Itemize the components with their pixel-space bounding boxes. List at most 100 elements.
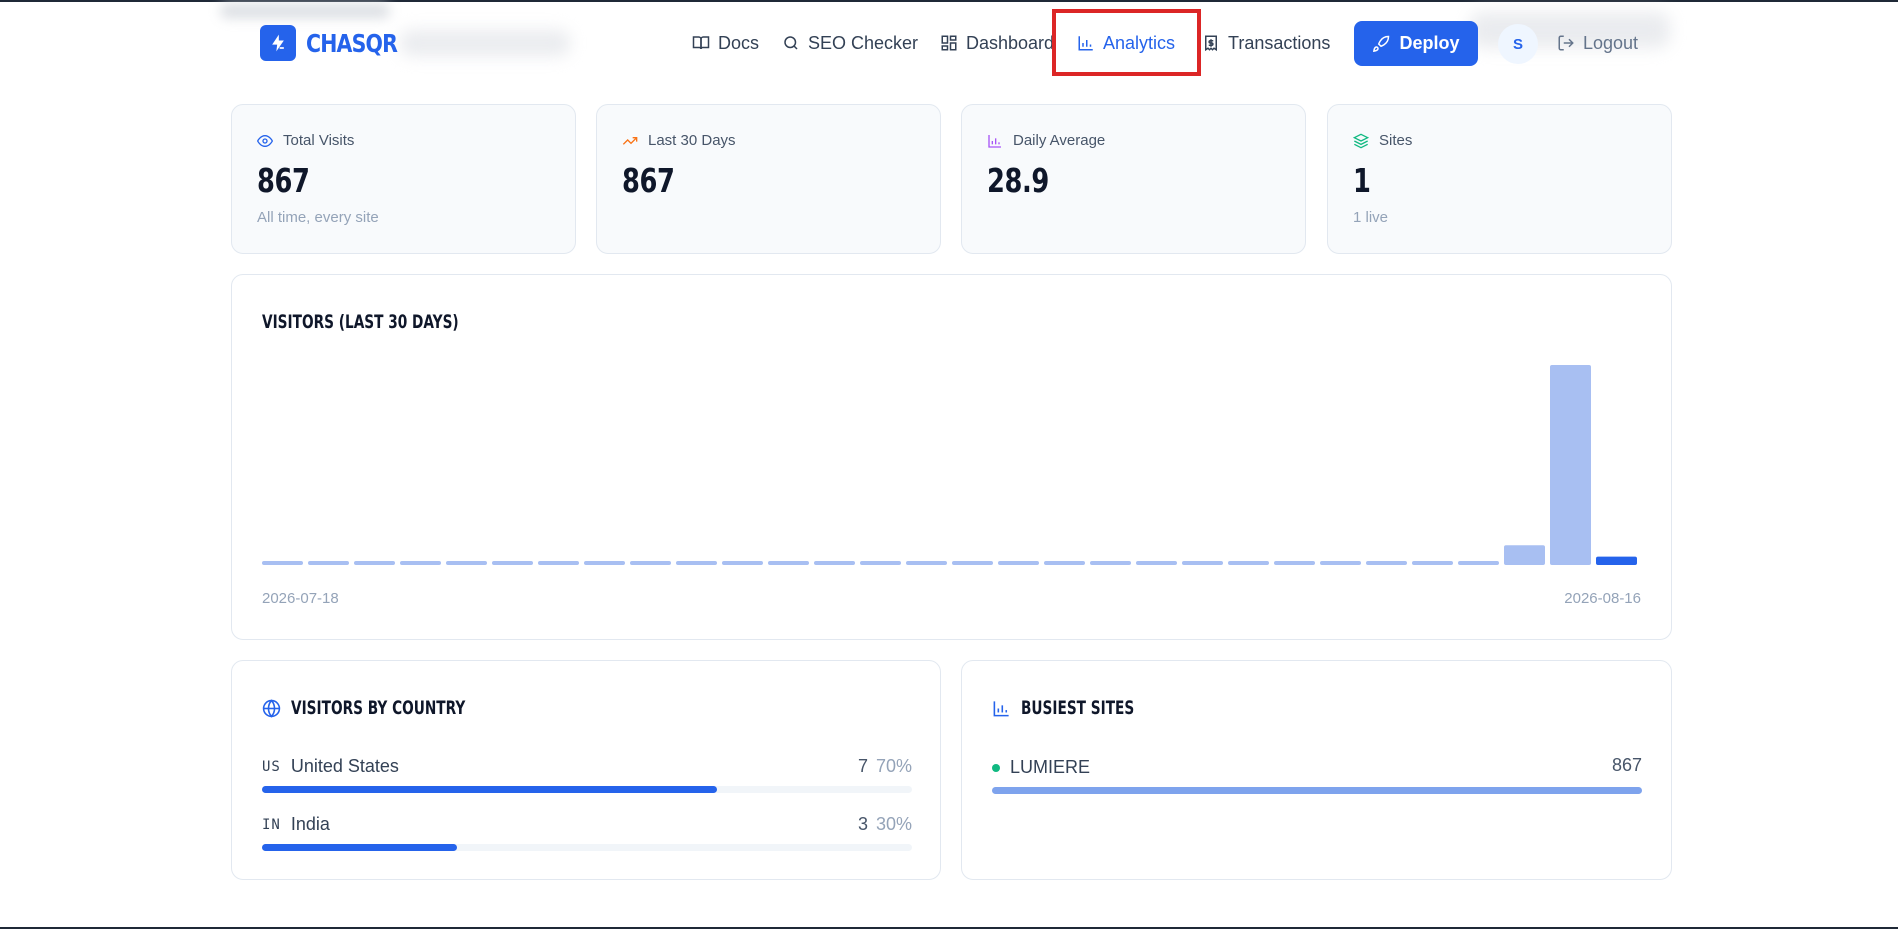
visitors-chart-card: Visitors (Last 30 Days) 2026-07-18 2026-… [231,274,1672,640]
site-name: LUMIERE [1010,757,1091,777]
nav-transactions[interactable]: Transactions [1202,30,1330,56]
stat-card-last-30-days: Last 30 Days 867 [596,104,941,254]
chart-start-date: 2026-07-18 [262,590,339,607]
receipt-icon [1205,35,1217,52]
chart-bar-2026-07-22 [446,561,487,565]
progress-track [992,787,1642,794]
section-title: Busiest Sites [1021,697,1135,719]
grid-icon [941,35,957,51]
logout-link[interactable]: Logout [1557,30,1638,56]
chart-bar-2026-07-24 [538,561,579,565]
country-percent: 70% [875,756,912,776]
chart-bar-2026-08-11 [1366,561,1407,565]
bar-chart-icon [988,134,1001,148]
logout-label: Logout [1583,32,1639,53]
chart-bar-2026-08-05 [1090,561,1131,565]
country-name: India [290,814,330,834]
stat-value: 28.9 [987,161,1049,200]
chart-bar-2026-08-12 [1412,561,1453,565]
stat-label: Total Visits [283,132,355,149]
window-top-border [0,0,1898,2]
nav-dashboard-label: Dashboard [966,32,1055,53]
avatar[interactable]: S [1498,24,1538,64]
blurred-region [220,4,390,18]
nav-transactions-label: Transactions [1228,32,1331,53]
deploy-button[interactable]: Deploy [1354,21,1478,66]
stat-value: 867 [257,161,310,200]
country-code: IN [262,816,281,833]
stat-card-daily-average: Daily Average 28.9 [961,104,1306,254]
layers-icon [1353,133,1369,148]
chart-bar-2026-07-29 [768,561,809,565]
deploy-label: Deploy [1399,33,1460,53]
chart-bar-2026-08-04 [1044,561,1085,565]
bar-chart-icon [993,700,1009,716]
chart-bar-2026-07-30 [814,561,855,565]
lightning-icon [260,25,296,61]
chart-bar-2026-08-15 [1550,365,1591,565]
nav-docs[interactable]: Docs [692,30,759,56]
chart-bar-2026-08-14 [1504,545,1545,565]
stat-label: Daily Average [1013,132,1106,149]
progress-track [262,844,912,851]
status-dot [992,763,1000,772]
chart-bar-2026-07-23 [492,561,533,565]
section-title: Visitors by Country [291,697,466,719]
nav-seo-checker[interactable]: SEO Checker [782,30,918,56]
chart-bar-2026-07-26 [630,561,671,565]
site-count: 867 [1611,755,1642,775]
country-percent: 30% [875,814,912,834]
chart-title: Visitors (Last 30 Days) [262,311,459,333]
chart-bar-2026-08-02 [952,561,993,565]
globe-icon [262,698,281,718]
country-count: 3 [857,814,868,834]
stat-value: 1 [1353,161,1371,200]
stat-sub: All time, every site [257,209,379,226]
logout-icon [1558,35,1574,51]
chart-bar-2026-08-06 [1136,561,1177,565]
progress-fill [262,844,457,851]
chart-bar-2026-07-21 [400,561,441,565]
country-name: United States [290,756,399,776]
blurred-region [400,30,570,56]
chart-bar-2026-08-07 [1182,561,1223,565]
chart-bar-2026-08-13 [1458,561,1499,565]
chart-bar-2026-07-20 [354,561,395,565]
busiest-sites-card: Busiest Sites LUMIERE 867 [961,660,1672,880]
chart-bar-2026-08-08 [1228,561,1269,565]
stat-label: Sites [1379,132,1413,149]
nav-seo-checker-label: SEO Checker [808,32,919,53]
progress-fill [992,787,1642,794]
chart-bar-2026-08-16 [1596,556,1637,565]
progress-track [262,786,912,793]
visitors-by-country-card: Visitors by Country US United States 7 7… [231,660,941,880]
chart-end-date: 2026-08-16 [1564,590,1641,607]
trending-up-icon [622,136,638,145]
progress-fill [262,786,717,793]
highlight-annotation [1052,9,1201,76]
country-count: 7 [857,756,868,776]
chart-bar-2026-08-10 [1320,561,1361,565]
eye-icon [257,134,273,147]
chart-bar-2026-08-01 [906,561,947,565]
stat-sub: 1 live [1353,209,1389,226]
brand-logo[interactable]: CHASQR [260,25,417,61]
chart-bar-2026-07-25 [584,561,625,565]
visitors-bar-chart [262,365,1637,565]
chart-bar-2026-07-18 [262,561,303,565]
chart-bar-2026-07-27 [676,561,717,565]
country-code: US [262,758,281,775]
brand-name: CHASQR [306,28,398,58]
chart-bar-2026-08-09 [1274,561,1315,565]
nav-docs-label: Docs [718,32,760,53]
nav-dashboard[interactable]: Dashboard [940,30,1054,56]
stat-label: Last 30 Days [648,132,736,149]
book-icon [692,36,710,50]
chart-bar-2026-08-03 [998,561,1039,565]
chart-bar-2026-07-31 [860,561,901,565]
chart-bar-2026-07-28 [722,561,763,565]
stat-card-sites: Sites 1 1 live [1327,104,1672,254]
stat-value: 867 [622,161,675,200]
search-icon [784,36,798,50]
chart-bar-2026-07-19 [308,561,349,565]
